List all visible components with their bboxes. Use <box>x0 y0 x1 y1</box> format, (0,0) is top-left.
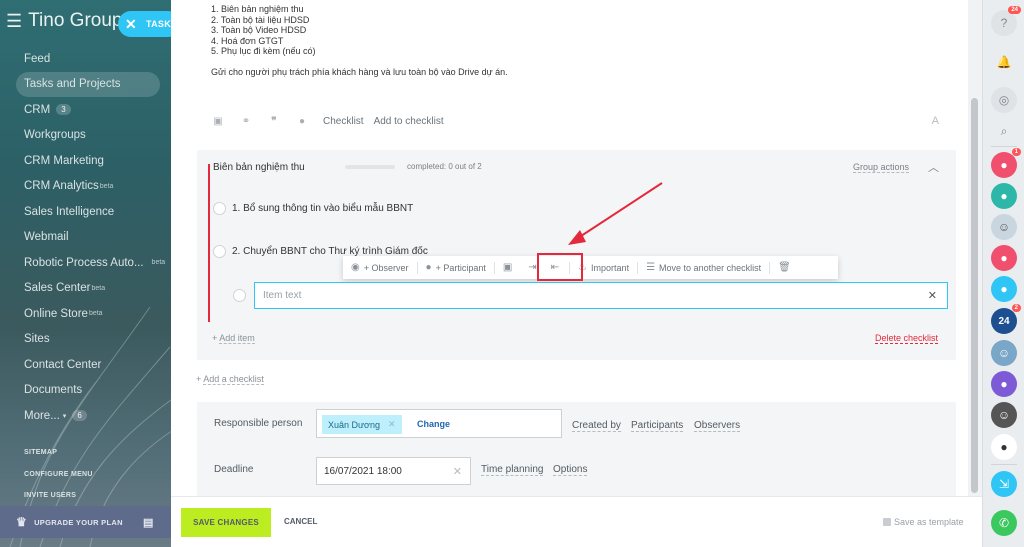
cancel-button[interactable]: CANCEL <box>284 517 317 526</box>
chat-count-badge: 1 <box>1011 148 1021 156</box>
search-icon[interactable]: ⌕ <box>991 118 1017 144</box>
phone-icon[interactable]: ✆ <box>991 510 1017 536</box>
user-avatar[interactable]: ● <box>991 371 1017 397</box>
bitrix24-avatar[interactable]: 24 2 <box>991 304 1021 334</box>
user-avatar[interactable]: ● <box>991 245 1017 271</box>
save-as-template-label: Save as template <box>894 517 964 527</box>
user-avatar[interactable]: ☺ <box>991 214 1017 240</box>
group-avatar[interactable]: ● <box>991 276 1017 302</box>
right-bar: ? 24 🔔 ◎ ⌕ ● 1 ● ☺ ● ● 24 2 ☺ ● ☺ ● ⇲ ✆ <box>982 0 1024 547</box>
divider <box>991 146 1017 147</box>
user-avatar[interactable]: ☺ <box>991 402 1017 428</box>
user-avatar[interactable]: ● <box>991 434 1017 460</box>
help-count-badge: 24 <box>1008 6 1021 14</box>
user-avatar[interactable]: ☺ <box>991 340 1017 366</box>
bell-icon[interactable]: 🔔 <box>991 49 1017 75</box>
annotation-arrow <box>568 182 663 245</box>
door-icon[interactable]: ⇲ <box>991 471 1017 497</box>
footer: SAVE CHANGES CANCEL Save as template <box>171 496 982 547</box>
chat-avatar[interactable]: ● 1 <box>991 148 1021 178</box>
user-avatar[interactable]: ● <box>991 183 1017 209</box>
help-icon[interactable]: ? 24 <box>991 6 1021 36</box>
b24-label: 24 <box>998 315 1010 327</box>
save-changes-button[interactable]: SAVE CHANGES <box>181 508 271 537</box>
divider <box>991 464 1017 465</box>
template-checkbox[interactable] <box>883 518 891 526</box>
b24-count-badge: 2 <box>1011 304 1021 312</box>
chat-search-icon[interactable]: ◎ <box>991 87 1017 113</box>
save-as-template[interactable]: Save as template <box>883 517 964 527</box>
